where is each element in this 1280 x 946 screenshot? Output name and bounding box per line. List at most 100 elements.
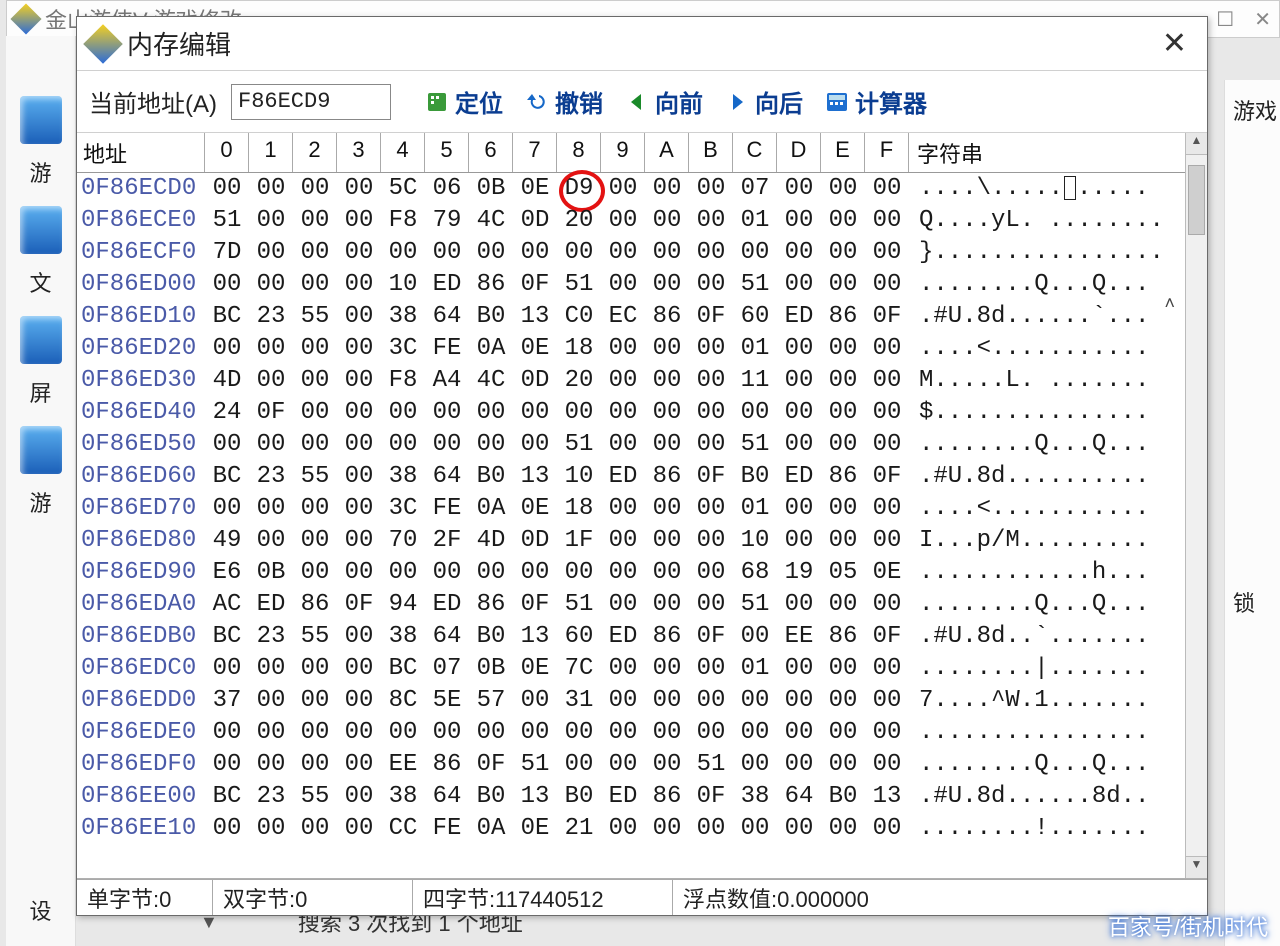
hex-byte[interactable]: BC [205, 621, 249, 653]
hex-row[interactable]: 0F86ED10BC2355003864B013C0EC860F60ED860F… [77, 301, 1185, 333]
hex-byte[interactable]: 1F [557, 525, 601, 557]
hex-byte[interactable]: 00 [337, 621, 381, 653]
hex-byte[interactable]: 5E [425, 685, 469, 717]
hex-byte[interactable]: 00 [777, 717, 821, 749]
hex-byte[interactable]: 51 [733, 269, 777, 301]
hex-header-col[interactable]: B [689, 133, 733, 172]
hex-byte[interactable]: 00 [249, 333, 293, 365]
hex-byte[interactable]: 00 [337, 493, 381, 525]
hex-byte[interactable]: 00 [645, 525, 689, 557]
hex-byte[interactable]: 4C [469, 205, 513, 237]
hex-byte[interactable]: 00 [777, 269, 821, 301]
hex-byte[interactable]: 00 [293, 333, 337, 365]
hex-ascii[interactable]: ........Q...Q... [909, 749, 1185, 781]
hex-byte[interactable]: 51 [557, 589, 601, 621]
hex-byte[interactable]: AC [205, 589, 249, 621]
hex-byte[interactable]: 00 [469, 429, 513, 461]
hex-byte[interactable]: 0B [469, 653, 513, 685]
hex-byte[interactable]: 00 [293, 813, 337, 845]
maximize-icon[interactable]: ☐ [1216, 7, 1234, 32]
hex-byte[interactable]: 0B [469, 173, 513, 205]
hex-byte[interactable]: 64 [425, 621, 469, 653]
hex-byte[interactable]: 0F [689, 781, 733, 813]
hex-byte[interactable]: 0D [513, 525, 557, 557]
hex-ascii[interactable]: ................ [909, 717, 1185, 749]
hex-byte[interactable]: 00 [249, 717, 293, 749]
hex-ascii[interactable]: ........Q...Q... [909, 589, 1185, 621]
hex-byte[interactable]: 38 [381, 781, 425, 813]
hex-byte[interactable]: 86 [293, 589, 337, 621]
hex-byte[interactable]: ED [777, 301, 821, 333]
hex-byte[interactable]: 00 [689, 557, 733, 589]
hex-ascii[interactable]: .#U.8d......8d.. [909, 781, 1185, 813]
hex-byte[interactable]: 00 [689, 173, 733, 205]
hex-byte[interactable]: 0A [469, 333, 513, 365]
hex-byte[interactable]: 00 [293, 173, 337, 205]
hex-byte[interactable]: 00 [777, 685, 821, 717]
hex-byte[interactable]: 00 [249, 749, 293, 781]
hex-byte[interactable]: 00 [205, 653, 249, 685]
hex-byte[interactable]: 38 [381, 301, 425, 333]
hex-byte[interactable]: 00 [645, 749, 689, 781]
hex-row[interactable]: 0F86ECF07D000000000000000000000000000000… [77, 237, 1185, 269]
scroll-down-icon[interactable]: ▼ [1186, 856, 1207, 878]
hex-byte[interactable]: 00 [865, 493, 909, 525]
hex-byte[interactable]: 00 [337, 301, 381, 333]
hex-byte[interactable]: A4 [425, 365, 469, 397]
hex-byte[interactable]: 49 [205, 525, 249, 557]
hex-byte[interactable]: 00 [337, 397, 381, 429]
hex-byte[interactable]: 00 [469, 717, 513, 749]
hex-byte[interactable]: 00 [645, 237, 689, 269]
hex-byte[interactable]: 00 [293, 525, 337, 557]
hex-byte[interactable]: 00 [689, 205, 733, 237]
hex-byte[interactable]: 00 [513, 717, 557, 749]
hex-byte[interactable]: 00 [645, 653, 689, 685]
hex-byte[interactable]: 0F [469, 749, 513, 781]
hex-byte[interactable]: 2F [425, 525, 469, 557]
hex-byte[interactable]: 0F [865, 461, 909, 493]
hex-byte[interactable]: 13 [513, 621, 557, 653]
hex-header-col[interactable]: C [733, 133, 777, 172]
hex-byte[interactable]: 00 [249, 237, 293, 269]
hex-byte[interactable]: 00 [865, 813, 909, 845]
hex-header-address[interactable]: 地址 [77, 133, 205, 172]
back-button[interactable]: 向前 [619, 82, 709, 121]
locate-button[interactable]: 定位 [419, 82, 509, 121]
hex-byte[interactable]: 51 [557, 269, 601, 301]
hex-byte[interactable]: 00 [425, 237, 469, 269]
hex-byte[interactable]: 10 [733, 525, 777, 557]
hex-byte[interactable]: 00 [777, 813, 821, 845]
hex-byte[interactable]: 00 [205, 173, 249, 205]
hex-byte[interactable]: 10 [557, 461, 601, 493]
hex-byte[interactable]: 00 [777, 237, 821, 269]
hex-byte[interactable]: 13 [865, 781, 909, 813]
hex-byte[interactable]: 0E [513, 173, 557, 205]
hex-byte[interactable]: 7C [557, 653, 601, 685]
hex-byte[interactable]: 00 [601, 685, 645, 717]
hex-byte[interactable]: 00 [337, 205, 381, 237]
hex-byte[interactable]: 00 [821, 589, 865, 621]
hex-row[interactable]: 0F86EE00BC2355003864B013B0ED860F3864B013… [77, 781, 1185, 813]
hex-header-col[interactable]: A [645, 133, 689, 172]
hex-byte[interactable]: 20 [557, 205, 601, 237]
hex-byte[interactable]: 00 [425, 397, 469, 429]
hex-byte[interactable]: 23 [249, 781, 293, 813]
hex-byte[interactable]: 00 [821, 717, 865, 749]
hex-byte[interactable]: 06 [425, 173, 469, 205]
hex-byte[interactable]: 00 [689, 237, 733, 269]
hex-byte[interactable]: 94 [381, 589, 425, 621]
hex-byte[interactable]: 00 [645, 813, 689, 845]
hex-row[interactable]: 0F86ED000000000010ED860F5100000051000000… [77, 269, 1185, 301]
hex-byte[interactable]: 00 [865, 717, 909, 749]
hex-ascii[interactable]: Q....yL. ........ [909, 205, 1185, 237]
hex-byte[interactable]: 00 [337, 173, 381, 205]
hex-byte[interactable]: 00 [601, 717, 645, 749]
hex-ascii[interactable]: ....\.......... [909, 173, 1185, 205]
hex-byte[interactable]: 55 [293, 301, 337, 333]
hex-byte[interactable]: 00 [337, 781, 381, 813]
hex-byte[interactable]: B0 [469, 301, 513, 333]
hex-byte[interactable]: 00 [205, 813, 249, 845]
hex-byte[interactable]: 51 [689, 749, 733, 781]
hex-ascii[interactable]: }................ [909, 237, 1185, 269]
hex-byte[interactable]: 00 [601, 205, 645, 237]
